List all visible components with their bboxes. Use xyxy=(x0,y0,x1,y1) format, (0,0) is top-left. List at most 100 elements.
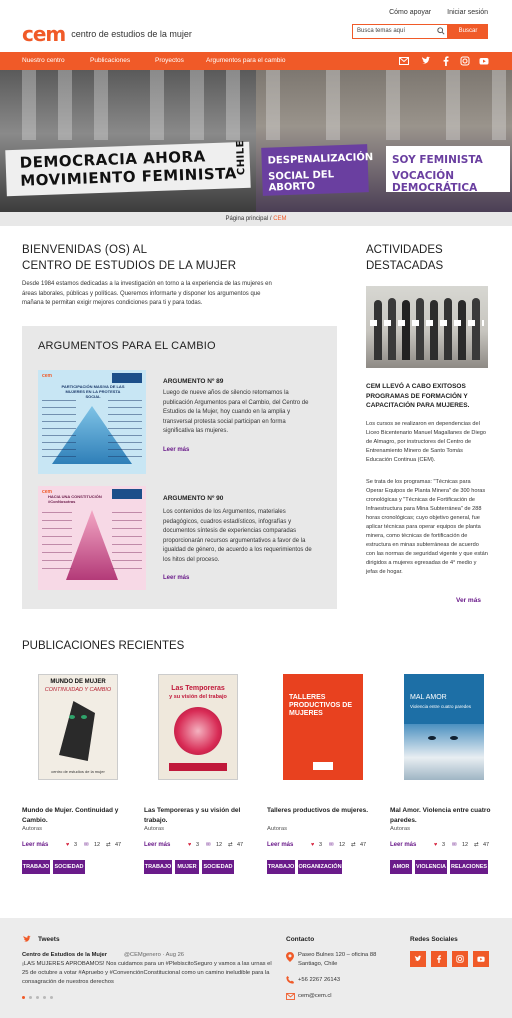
protest-banner-democracia: DEMOCRACIA AHORA MOVIMIENTO FEMINISTA CH… xyxy=(5,140,251,197)
cem-logo-mark[interactable]: cem xyxy=(22,22,66,46)
argument-89-read-more[interactable]: Leer más xyxy=(163,447,189,453)
book-author: Autoras xyxy=(144,826,164,832)
book-cover-mal-amor[interactable]: MAL AMOR Violencia entre cuatro paredes xyxy=(404,674,484,780)
instagram-button[interactable] xyxy=(452,951,468,967)
book-cover-las-temporeras[interactable]: Las Temporeras y su visión del trabajo xyxy=(158,674,238,780)
comment-icon[interactable]: ✉ xyxy=(84,842,89,848)
tag-organizacion[interactable]: ORGANIZACIÓN xyxy=(298,860,342,874)
comment-icon[interactable]: ✉ xyxy=(206,842,211,848)
book-title[interactable]: Talleres productivos de mujeres. xyxy=(267,806,377,816)
book-cover-talleres-productivos[interactable]: TALLERES PRODUCTIVOS DE MUJERES xyxy=(283,674,363,780)
carousel-dot[interactable] xyxy=(22,996,25,999)
tweet-text: ¡LAS MUJERES APROBAMOS! Nos cuidamos par… xyxy=(22,961,272,985)
argument-89-text: Luego de nueve años de silencio retomamo… xyxy=(163,390,309,434)
heart-icon[interactable]: ♥ xyxy=(188,842,191,848)
share-icon[interactable]: ⇄ xyxy=(474,842,479,848)
book-title[interactable]: Mundo de Mujer. Continuidad y Cambio. xyxy=(22,806,132,825)
book-cover-mundo-de-mujer[interactable]: MUNDO DE MUJER CONTINUIDAD Y CAMBIO cent… xyxy=(38,674,118,780)
twitter-button[interactable] xyxy=(410,951,426,967)
twitter-icon[interactable] xyxy=(22,935,32,944)
phone-number[interactable]: +56 2267 26143 xyxy=(298,976,340,985)
tag-trabajo[interactable]: TRABAJO xyxy=(22,860,50,874)
hero-banner-image: DEMOCRACIA AHORA MOVIMIENTO FEMINISTA CH… xyxy=(0,70,512,212)
search-input[interactable]: Busca temas aquí xyxy=(352,24,448,39)
nav-nuestro-centro[interactable]: Nuestro centro xyxy=(22,52,65,70)
share-icon[interactable]: ⇄ xyxy=(228,842,233,848)
youtube-icon[interactable] xyxy=(479,56,489,66)
twitter-icon[interactable] xyxy=(421,56,431,66)
share-icon[interactable]: ⇄ xyxy=(106,842,111,848)
tag-sociedad[interactable]: SOCIEDAD xyxy=(53,860,85,874)
youtube-button[interactable] xyxy=(473,951,489,967)
tag-mujer[interactable]: MUJER xyxy=(175,860,199,874)
site-header: cem centro de estudios de la mujer Cómo … xyxy=(0,0,512,52)
share-icon[interactable]: ⇄ xyxy=(351,842,356,848)
heart-icon[interactable]: ♥ xyxy=(311,842,314,848)
protest-banner-feminista: SOY FEMINISTA VOCACIÓN DEMOCRÁTICA xyxy=(386,146,510,194)
book-author: Autoras xyxy=(267,826,287,832)
email-address[interactable]: cem@cem.cl xyxy=(298,992,332,1001)
tweet-user[interactable]: Centro de Estudios de la Mujer xyxy=(22,951,107,960)
main-nav: Nuestro centro Publicaciones Proyectos A… xyxy=(0,52,512,70)
search-button[interactable]: Buscar xyxy=(448,24,488,39)
tag-trabajo[interactable]: TRABAJO xyxy=(144,860,172,874)
heart-icon[interactable]: ♥ xyxy=(434,842,437,848)
comment-icon[interactable]: ✉ xyxy=(329,842,334,848)
heart-icon[interactable]: ♥ xyxy=(66,842,69,848)
nav-publicaciones[interactable]: Publicaciones xyxy=(90,52,130,70)
breadcrumb-home[interactable]: Página principal xyxy=(225,216,268,222)
book-author: Autoras xyxy=(390,826,410,832)
activities-see-more[interactable]: Ver más xyxy=(456,597,481,604)
contact-label: Contacto xyxy=(286,936,315,943)
tag-violencia[interactable]: VIOLENCIA xyxy=(415,860,447,874)
link-iniciar-sesion[interactable]: Iniciar sesión xyxy=(447,9,488,16)
tweet-meta: @CEMgenero · Aug 26 xyxy=(124,952,185,958)
book-stats: Leer más ♥ 3 ✉ 12 ⇄ 47 xyxy=(390,842,490,848)
top-links: Cómo apoyar Iniciar sesión xyxy=(389,9,488,16)
argument-90-thumbnail[interactable]: cem HACIA UNA CONSTITUCIÓN #ConNosotras xyxy=(38,486,146,590)
carousel-dot[interactable] xyxy=(29,996,32,999)
carousel-dot[interactable] xyxy=(43,996,46,999)
activity-heading[interactable]: CEM LLEVÓ A CABO EXITOSOS PROGRAMAS DE F… xyxy=(366,382,488,411)
tag-amor[interactable]: AMOR xyxy=(390,860,412,874)
arguments-title: ARGUMENTOS PARA EL CAMBIO xyxy=(38,340,216,352)
search-icon[interactable] xyxy=(437,27,445,35)
tag-trabajo[interactable]: TRABAJO xyxy=(267,860,295,874)
welcome-title: BIENVENIDAS (OS) AL CENTRO DE ESTUDIOS D… xyxy=(22,244,237,272)
instagram-icon[interactable] xyxy=(460,56,470,66)
facebook-icon[interactable] xyxy=(441,56,451,66)
argument-89-thumbnail[interactable]: cem PARTICIPACIÓN MASIVA DE LAS MUJERES … xyxy=(38,370,146,474)
tag-sociedad[interactable]: SOCIEDAD xyxy=(202,860,234,874)
breadcrumb: Página principal / CEM xyxy=(0,212,512,226)
email-icon xyxy=(286,993,295,1000)
book-title[interactable]: Mal Amor. Violencia entre cuatro paredes… xyxy=(390,806,500,825)
argument-90-read-more[interactable]: Leer más xyxy=(163,575,189,581)
read-more-link[interactable]: Leer más xyxy=(144,842,170,848)
read-more-link[interactable]: Leer más xyxy=(22,842,48,848)
carousel-dot[interactable] xyxy=(36,996,39,999)
site-logo[interactable]: cem centro de estudios de la mujer xyxy=(22,22,192,46)
nav-argumentos[interactable]: Argumentos para el cambio xyxy=(206,52,286,70)
argument-89-heading: ARGUMENTO Nº 89 xyxy=(163,378,224,385)
breadcrumb-current: CEM xyxy=(273,216,287,222)
nav-proyectos[interactable]: Proyectos xyxy=(155,52,184,70)
book-stats: Leer más ♥ 3 ✉ 12 ⇄ 47 xyxy=(22,842,122,848)
carousel-dot[interactable] xyxy=(50,996,53,999)
tag-relaciones[interactable]: RELACIONES xyxy=(450,860,488,874)
book-author: Autoras xyxy=(22,826,42,832)
link-como-apoyar[interactable]: Cómo apoyar xyxy=(389,9,431,16)
logo-text[interactable]: centro de estudios de la mujer xyxy=(71,29,192,39)
location-pin-icon xyxy=(286,952,294,962)
facebook-button[interactable] xyxy=(431,951,447,967)
tweets-label: Tweets xyxy=(38,936,60,943)
address-line-1: Paseo Bulnes 120 – oficina 88 xyxy=(298,952,377,958)
welcome-text: Desde 1984 estamos dedicadas a la invest… xyxy=(22,281,272,306)
phone-icon xyxy=(286,976,294,984)
mail-icon[interactable] xyxy=(399,56,409,66)
comment-icon[interactable]: ✉ xyxy=(452,842,457,848)
read-more-link[interactable]: Leer más xyxy=(267,842,293,848)
read-more-link[interactable]: Leer más xyxy=(390,842,416,848)
social-label: Redes Sociales xyxy=(410,936,458,943)
activity-photo[interactable] xyxy=(366,286,488,368)
book-title[interactable]: Las Temporeras y su visión del trabajo. xyxy=(144,806,254,825)
